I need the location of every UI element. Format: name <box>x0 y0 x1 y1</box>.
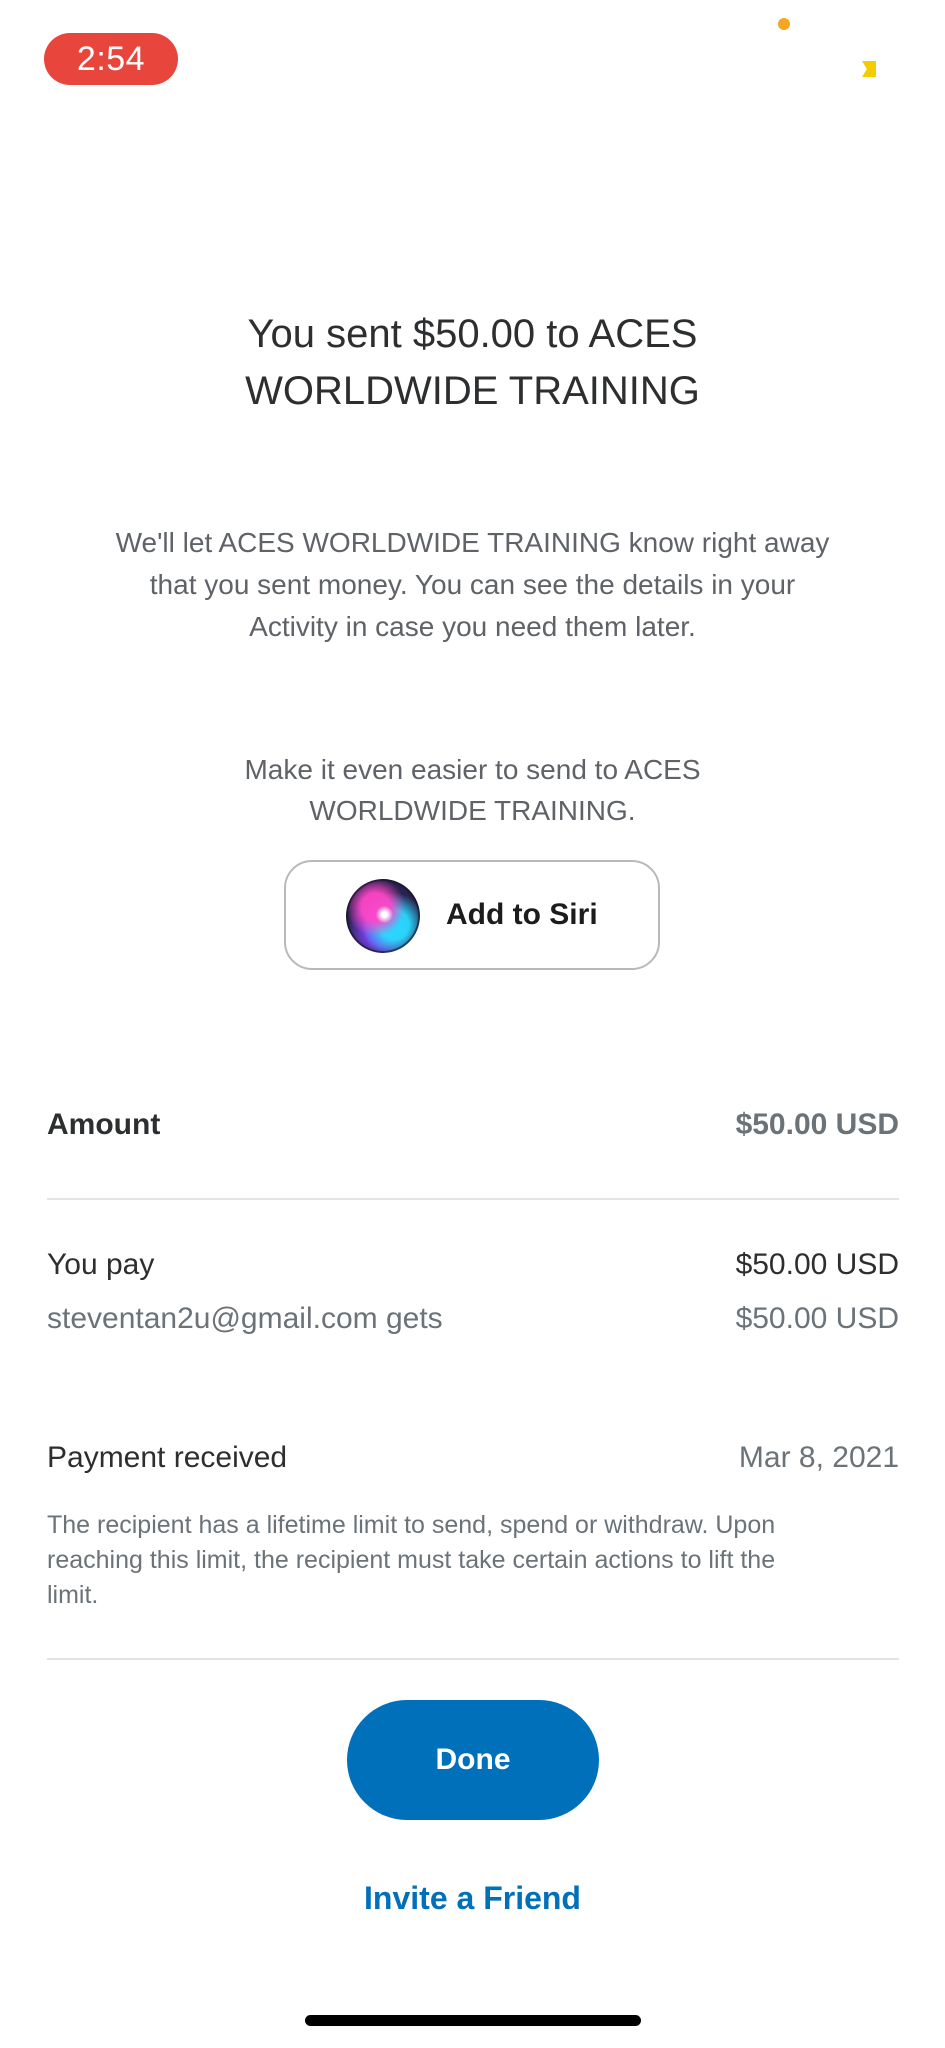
confirmation-headline: You sent $50.00 to ACES WORLDWIDE TRAINI… <box>120 306 825 420</box>
status-time: 2:54 <box>44 33 178 85</box>
description-line: Activity in case you need them later. <box>249 611 696 642</box>
home-indicator[interactable] <box>305 2015 641 2026</box>
payment-status-row: Payment received Mar 8, 2021 <box>47 1441 899 1475</box>
add-to-siri-button[interactable]: Add to Siri <box>284 860 660 970</box>
recipient-gets-label: steventan2u@gmail.com gets <box>47 1302 443 1335</box>
siri-icon <box>346 879 420 953</box>
limit-note-line: reaching this limit, the recipient must … <box>47 1546 776 1574</box>
invite-friend-link[interactable]: Invite a Friend <box>300 1880 645 1917</box>
siri-prompt-line: Make it even easier to send to ACES <box>244 754 701 785</box>
you-pay-value: $50.00 USD <box>735 1248 899 1281</box>
description-line: We'll let ACES WORLDWIDE TRAINING know r… <box>115 527 830 558</box>
divider <box>47 1198 899 1200</box>
divider <box>47 1658 899 1660</box>
you-pay-label: You pay <box>47 1248 155 1281</box>
privacy-indicator-dot <box>778 18 790 30</box>
siri-prompt: Make it even easier to send to ACES WORL… <box>170 749 775 831</box>
payment-date: Mar 8, 2021 <box>738 1441 899 1474</box>
recipient-gets-value: $50.00 USD <box>735 1302 899 1335</box>
headline-line: You sent $50.00 to ACES <box>247 312 698 356</box>
siri-prompt-line: WORLDWIDE TRAINING. <box>309 795 636 826</box>
amount-label: Amount <box>47 1108 161 1141</box>
payment-status-label: Payment received <box>47 1441 288 1474</box>
amount-value: $50.00 USD <box>735 1108 899 1141</box>
amount-row: Amount $50.00 USD <box>47 1108 899 1142</box>
notification-flag-icon <box>862 61 876 77</box>
limit-note-line: limit. <box>47 1581 99 1609</box>
description-line: that you sent money. You can see the det… <box>149 569 796 600</box>
lifetime-limit-note: The recipient has a lifetime limit to se… <box>47 1508 899 1613</box>
done-button[interactable]: Done <box>347 1700 599 1820</box>
add-to-siri-label: Add to Siri <box>446 898 598 931</box>
recipient-gets-row: steventan2u@gmail.com gets $50.00 USD <box>47 1302 899 1336</box>
you-pay-row: You pay $50.00 USD <box>47 1248 899 1282</box>
limit-note-line: The recipient has a lifetime limit to se… <box>47 1511 776 1539</box>
confirmation-description: We'll let ACES WORLDWIDE TRAINING know r… <box>70 522 875 648</box>
headline-line: WORLDWIDE TRAINING <box>245 369 700 413</box>
